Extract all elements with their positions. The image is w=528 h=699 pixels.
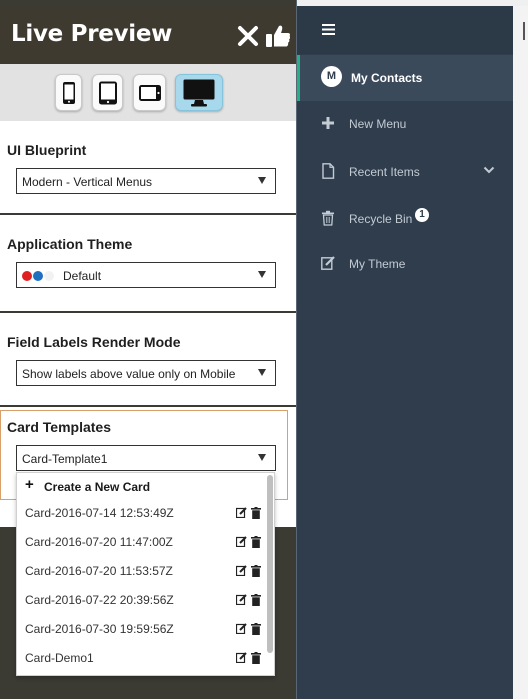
card-option-label: Card-2016-07-20 11:53:57Z bbox=[25, 564, 173, 578]
card-option[interactable]: Card-2016-07-14 12:53:49Z bbox=[17, 499, 267, 527]
settings-form: UI Blueprint Modern - Vertical Menus App… bbox=[0, 121, 296, 527]
edit-icon[interactable] bbox=[236, 594, 247, 605]
ui-blueprint-select[interactable]: Modern - Vertical Menus bbox=[16, 168, 276, 194]
document-icon bbox=[322, 163, 335, 179]
phone-icon bbox=[62, 81, 75, 104]
edit-icon[interactable] bbox=[236, 623, 247, 634]
live-preview-panel: Live Preview UI Blueprint Modern - Verti… bbox=[0, 0, 296, 699]
trash-icon[interactable] bbox=[251, 507, 261, 519]
card-templates-dropdown: + Create a New Card Card-2016-07-14 12:5… bbox=[16, 472, 275, 676]
trash-icon[interactable] bbox=[251, 623, 261, 635]
nav-header bbox=[297, 6, 513, 54]
trash-icon[interactable] bbox=[251, 536, 261, 548]
tablet-portrait-icon bbox=[98, 81, 117, 104]
nav-item-label: Recent Items bbox=[349, 165, 420, 179]
hamburger-menu-icon[interactable] bbox=[322, 24, 335, 35]
card-option-label: Card-2016-07-30 19:59:56Z bbox=[25, 622, 174, 636]
live-preview-title: Live Preview bbox=[11, 21, 173, 47]
nav-item-recycle-bin[interactable]: Recycle Bin 1 bbox=[297, 196, 513, 242]
card-option[interactable]: Card-2016-07-30 19:59:56Z bbox=[17, 615, 267, 643]
theme-swatch-light bbox=[44, 271, 54, 281]
card-option-label: Card-Demo1 bbox=[25, 651, 94, 665]
tablet-portrait-button[interactable] bbox=[92, 74, 123, 111]
dropdown-scrollbar[interactable] bbox=[267, 475, 273, 653]
create-card-option[interactable]: + Create a New Card bbox=[17, 473, 267, 499]
create-card-label: Create a New Card bbox=[44, 480, 151, 494]
plus-icon bbox=[322, 117, 334, 129]
card-option[interactable]: Card-2016-07-20 11:47:00Z bbox=[17, 528, 267, 556]
divider bbox=[0, 405, 296, 407]
chevron-down-icon bbox=[258, 454, 266, 461]
ui-blueprint-label: UI Blueprint bbox=[7, 142, 87, 158]
nav-item-label: Recycle Bin bbox=[349, 212, 413, 226]
card-option[interactable]: Card-2016-07-22 20:39:56Z bbox=[17, 586, 267, 614]
avatar: M bbox=[321, 66, 342, 87]
phone-device-button[interactable] bbox=[55, 74, 82, 111]
trash-icon[interactable] bbox=[251, 594, 261, 606]
tablet-landscape-button[interactable] bbox=[133, 74, 166, 111]
thumbs-up-icon[interactable] bbox=[264, 22, 292, 50]
plus-icon: + bbox=[25, 476, 34, 493]
application-theme-value: Default bbox=[63, 269, 102, 283]
trash-icon[interactable] bbox=[251, 652, 261, 664]
recycle-bin-count-badge: 1 bbox=[415, 208, 429, 222]
close-icon[interactable] bbox=[236, 24, 260, 48]
card-option-label: Card-2016-07-22 20:39:56Z bbox=[25, 593, 174, 607]
card-templates-value: Card-Template1 bbox=[22, 452, 108, 466]
nav-item-recent-items[interactable]: Recent Items bbox=[297, 149, 513, 195]
card-option-label: Card-2016-07-14 12:53:49Z bbox=[25, 506, 174, 520]
card-option[interactable]: Card-2016-07-20 11:53:57Z bbox=[17, 557, 267, 585]
desktop-device-button[interactable] bbox=[175, 74, 223, 111]
application-theme-label: Application Theme bbox=[7, 236, 133, 252]
card-templates-select[interactable]: Card-Template1 bbox=[16, 445, 276, 471]
nav-item-my-contacts[interactable]: M My Contacts bbox=[297, 55, 513, 101]
nav-item-my-theme[interactable]: My Theme bbox=[297, 241, 513, 287]
edit-icon[interactable] bbox=[236, 507, 247, 518]
desktop-icon bbox=[183, 79, 215, 106]
tablet-landscape-icon bbox=[138, 84, 161, 101]
edit-icon[interactable] bbox=[236, 536, 247, 547]
nav-item-label: My Contacts bbox=[351, 71, 423, 85]
field-labels-select[interactable]: Show labels above value only on Mobile bbox=[16, 360, 276, 386]
live-preview-header: Live Preview bbox=[0, 8, 296, 64]
card-option-label: Card-2016-07-20 11:47:00Z bbox=[25, 535, 173, 549]
nav-item-label: My Theme bbox=[349, 257, 406, 271]
edit-icon[interactable] bbox=[236, 652, 247, 663]
content-area-edge bbox=[513, 6, 528, 699]
device-selector bbox=[0, 64, 296, 121]
edit-icon bbox=[321, 256, 335, 270]
divider bbox=[0, 311, 296, 313]
ui-blueprint-value: Modern - Vertical Menus bbox=[22, 175, 153, 189]
chevron-down-icon bbox=[258, 271, 266, 278]
edit-icon[interactable] bbox=[236, 565, 247, 576]
theme-swatch-blue bbox=[33, 271, 43, 281]
edge-divider bbox=[523, 22, 525, 40]
divider bbox=[0, 213, 296, 215]
field-labels-value: Show labels above value only on Mobile bbox=[22, 367, 236, 381]
application-theme-select[interactable]: Default bbox=[16, 262, 276, 288]
chevron-down-icon[interactable] bbox=[483, 165, 495, 175]
chevron-down-icon bbox=[258, 369, 266, 376]
card-templates-label: Card Templates bbox=[7, 419, 111, 435]
trash-icon bbox=[322, 210, 334, 226]
card-option[interactable]: Card-Demo1 bbox=[17, 644, 267, 672]
theme-swatch-red bbox=[22, 271, 32, 281]
trash-icon[interactable] bbox=[251, 565, 261, 577]
chevron-down-icon bbox=[258, 177, 266, 184]
nav-item-label: New Menu bbox=[349, 117, 407, 131]
field-labels-label: Field Labels Render Mode bbox=[7, 334, 181, 350]
nav-item-new-menu[interactable]: New Menu bbox=[297, 101, 513, 147]
app-nav-panel: M My Contacts New Menu Recent Items Recy… bbox=[296, 0, 528, 699]
